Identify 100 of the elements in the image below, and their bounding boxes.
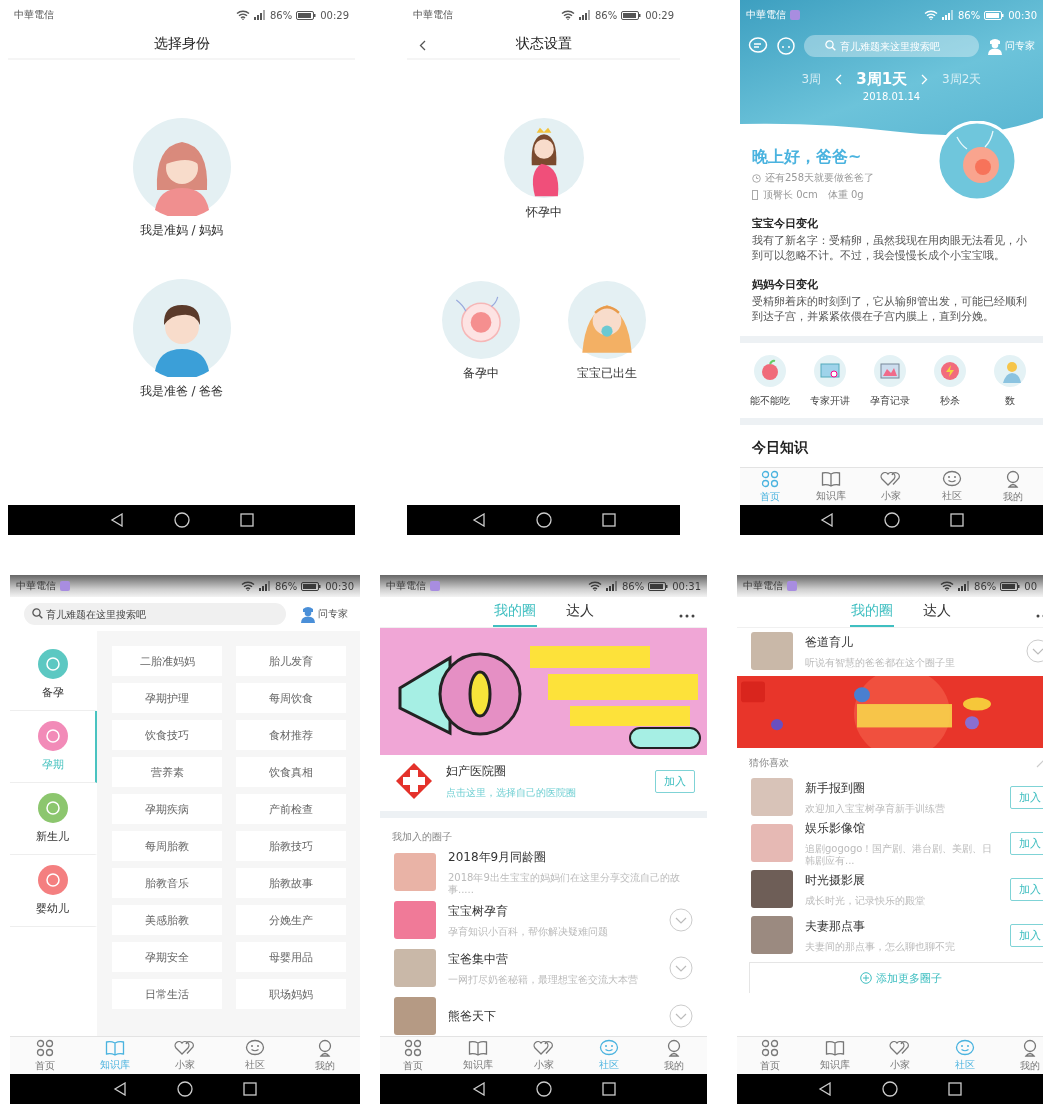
person-icon xyxy=(1004,469,1021,488)
more-icon[interactable] xyxy=(679,613,695,618)
topic-tag[interactable]: 胎儿发育 xyxy=(236,646,346,676)
tab-bar-item[interactable]: 知识库 xyxy=(445,1037,511,1074)
category-item[interactable]: 婴幼儿 xyxy=(10,855,97,927)
search-field[interactable]: 育儿难题在这里搜索吧 xyxy=(24,603,286,625)
back-button[interactable] xyxy=(471,513,486,527)
wifi-icon xyxy=(235,10,250,20)
circle-name[interactable]: 爸道育儿 xyxy=(805,633,1014,651)
battery-icon xyxy=(1000,581,1021,591)
battery-icon xyxy=(648,581,669,591)
book-icon xyxy=(824,1039,845,1056)
measurement: 顶臀长 0cm xyxy=(763,188,818,202)
hospital-cross-icon xyxy=(394,761,434,801)
topic-tag[interactable]: 每周饮食 xyxy=(236,683,346,713)
book-icon xyxy=(820,470,841,487)
topic-tag[interactable]: 母婴用品 xyxy=(236,942,346,972)
option-label[interactable]: 怀孕中 xyxy=(525,204,562,221)
topic-tag[interactable]: 孕期安全 xyxy=(112,942,222,972)
section-heading: 宝宝今日变化 xyxy=(752,216,819,231)
tab[interactable]: 达人 xyxy=(921,597,952,627)
shortcut-label[interactable]: 孕育记录 xyxy=(870,394,910,408)
topic-tag[interactable]: 每周胎教 xyxy=(112,831,222,861)
home-button[interactable] xyxy=(535,1081,552,1097)
back-icon[interactable] xyxy=(419,40,426,51)
option-label[interactable]: 备孕中 xyxy=(462,365,499,382)
tab-bar-item[interactable]: 首页 xyxy=(10,1037,80,1074)
tab-bar-item[interactable]: 小家 xyxy=(861,468,922,505)
back-button[interactable] xyxy=(109,513,124,527)
circle-name[interactable]: 新手报到圈 xyxy=(805,779,998,797)
home-button[interactable] xyxy=(882,1081,898,1097)
home-button[interactable] xyxy=(173,512,190,528)
topic-tag[interactable]: 孕期护理 xyxy=(112,683,222,713)
circle-name[interactable]: 宝爸集中营 xyxy=(448,950,657,968)
topic-tag[interactable]: 饮食真相 xyxy=(236,757,346,787)
circle-name[interactable]: 时光摄影展 xyxy=(805,871,998,889)
topic-tag[interactable]: 营养素 xyxy=(112,757,222,787)
tab-bar-item[interactable]: 小家 xyxy=(510,1037,577,1074)
shortcut-label[interactable]: 秒杀 xyxy=(940,394,960,408)
option-label[interactable]: 我是准爸 / 爸爸 xyxy=(139,383,224,400)
circle-name[interactable]: 2018年9月同龄圈 xyxy=(448,848,693,866)
baby-head-icon[interactable] xyxy=(776,37,796,55)
tab-bar-item[interactable]: 知识库 xyxy=(800,468,862,505)
tab-bar-item[interactable]: 小家 xyxy=(150,1037,220,1074)
circle-name[interactable]: 妇产医院圈 xyxy=(446,762,643,780)
topic-tag[interactable]: 胎教技巧 xyxy=(236,831,346,861)
topic-tag[interactable]: 产前检查 xyxy=(236,794,346,824)
recents-button[interactable] xyxy=(239,513,254,527)
tab-bar-item[interactable]: 小家 xyxy=(867,1037,932,1074)
category-item[interactable]: 备孕 xyxy=(10,639,97,711)
back-button[interactable] xyxy=(113,1082,127,1096)
topic-tag[interactable]: 饮食技巧 xyxy=(112,720,222,750)
topic-tag[interactable]: 分娩生产 xyxy=(236,905,346,935)
shortcut-label[interactable]: 数 xyxy=(1005,394,1015,408)
recents-button[interactable] xyxy=(243,1082,257,1096)
battery-icon xyxy=(984,10,1005,20)
option-label[interactable]: 宝宝已出生 xyxy=(576,365,637,382)
photo-placeholder xyxy=(394,997,436,1035)
topic-tag[interactable]: 孕期疾病 xyxy=(112,794,222,824)
topic-tag[interactable]: 美感胎教 xyxy=(112,905,222,935)
tab-bar-item[interactable]: 我的 xyxy=(982,468,1043,505)
back-button[interactable] xyxy=(819,513,834,527)
countdown-text: 还有258天就要做爸爸了 xyxy=(765,171,875,185)
shortcut-label[interactable]: 能不能吃 xyxy=(750,394,790,408)
recents-button[interactable] xyxy=(948,1082,962,1096)
circle-name[interactable]: 娱乐影像馆 xyxy=(805,819,998,837)
topic-tag[interactable]: 胎教音乐 xyxy=(112,868,222,898)
topic-tag[interactable]: 日常生活 xyxy=(112,979,222,1009)
tab-bar-item[interactable]: 我的 xyxy=(997,1037,1043,1074)
chat-icon[interactable] xyxy=(748,37,768,55)
shortcut-label[interactable]: 专家开讲 xyxy=(810,394,850,408)
tab-bar-item[interactable]: 社区 xyxy=(921,468,983,505)
category-item[interactable]: 新生儿 xyxy=(10,783,97,855)
tab-bar-item[interactable]: 我的 xyxy=(290,1037,360,1074)
topic-tag[interactable]: 二胎准妈妈 xyxy=(112,646,222,676)
topic-tag[interactable]: 职场妈妈 xyxy=(236,979,346,1009)
recents-button[interactable] xyxy=(949,513,964,527)
photo-album-icon xyxy=(874,355,906,387)
ask-expert-button[interactable]: 问专家 xyxy=(300,605,348,623)
back-button[interactable] xyxy=(471,1082,486,1096)
tab-bar-item[interactable]: 社区 xyxy=(220,1037,290,1074)
tab-bar-item[interactable]: 首页 xyxy=(380,1037,446,1074)
tab-bar-item[interactable]: 首页 xyxy=(737,1037,802,1074)
topic-tag[interactable]: 食材推荐 xyxy=(236,720,346,750)
clock-time: 00:30 xyxy=(325,580,354,592)
circle-name[interactable]: 宝宝树孕育 xyxy=(448,902,657,920)
circle-name[interactable]: 夫妻那点事 xyxy=(805,917,998,935)
home-button[interactable] xyxy=(535,512,552,528)
recents-button[interactable] xyxy=(601,1082,616,1096)
recents-button[interactable] xyxy=(601,513,616,527)
topic-tag[interactable]: 胎教故事 xyxy=(236,868,346,898)
tab-bar-item[interactable]: 知识库 xyxy=(802,1037,867,1074)
home-button[interactable] xyxy=(883,512,900,528)
doctor-icon xyxy=(987,37,1003,55)
tab-bar-item[interactable]: 我的 xyxy=(641,1037,707,1074)
tab[interactable]: 达人 xyxy=(564,597,595,627)
home-button[interactable] xyxy=(177,1081,193,1097)
circle-name[interactable]: 熊爸天下 xyxy=(448,1007,657,1025)
back-button[interactable] xyxy=(818,1082,832,1096)
option-label[interactable]: 我是准妈 / 妈妈 xyxy=(139,222,224,239)
